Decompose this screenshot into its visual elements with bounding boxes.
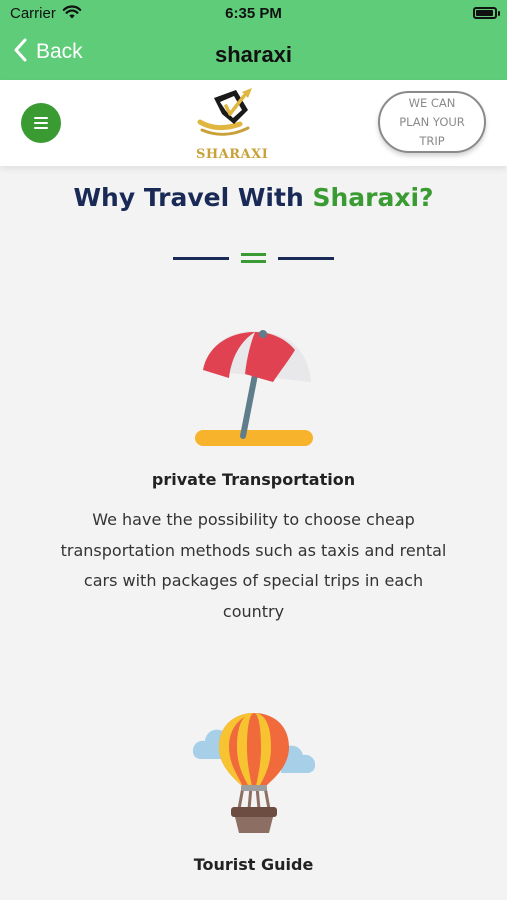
- logo-text: SHARAXI: [196, 147, 269, 162]
- section-divider: [173, 252, 334, 266]
- section-title-text: Why Travel With: [73, 183, 313, 212]
- feature-description: We have the possibility to choose cheap …: [60, 510, 447, 621]
- back-button[interactable]: Back: [14, 38, 83, 66]
- section-title: Why Travel With Sharaxi?: [0, 183, 507, 212]
- divider-line-right: [278, 257, 334, 260]
- battery-icon: [473, 7, 500, 19]
- section-title-accent: Sharaxi?: [312, 183, 434, 212]
- logo-emblem-icon: [197, 88, 252, 136]
- back-label: Back: [36, 40, 83, 63]
- plan-your-trip-button[interactable]: WE CAN PLAN YOUR TRIP: [378, 91, 486, 153]
- menu-line-icon: [34, 127, 48, 129]
- divider-equals-top: [241, 253, 266, 256]
- menu-line-icon: [34, 122, 48, 124]
- beach-umbrella-icon: [193, 326, 315, 452]
- navigation-bar: Back sharaxi: [0, 28, 507, 80]
- plan-button-label: WE CAN PLAN YOUR TRIP: [399, 95, 465, 148]
- status-bar: Carrier 6:35 PM: [0, 0, 507, 28]
- site-header: SHARAXI WE CAN PLAN YOUR TRIP: [0, 80, 507, 166]
- hot-air-balloon-icon: [192, 711, 316, 837]
- hamburger-menu-button[interactable]: [21, 103, 61, 143]
- divider-line-left: [173, 257, 229, 260]
- feature-title: Tourist Guide: [193, 855, 314, 874]
- feature-title: private Transportation: [151, 470, 356, 489]
- menu-line-icon: [34, 117, 48, 119]
- sharaxi-logo[interactable]: SHARAXI: [196, 84, 268, 162]
- clock: 6:35 PM: [225, 5, 282, 22]
- chevron-left-icon: [14, 38, 28, 66]
- battery-level: [476, 10, 493, 16]
- divider-equals-bottom: [241, 260, 266, 263]
